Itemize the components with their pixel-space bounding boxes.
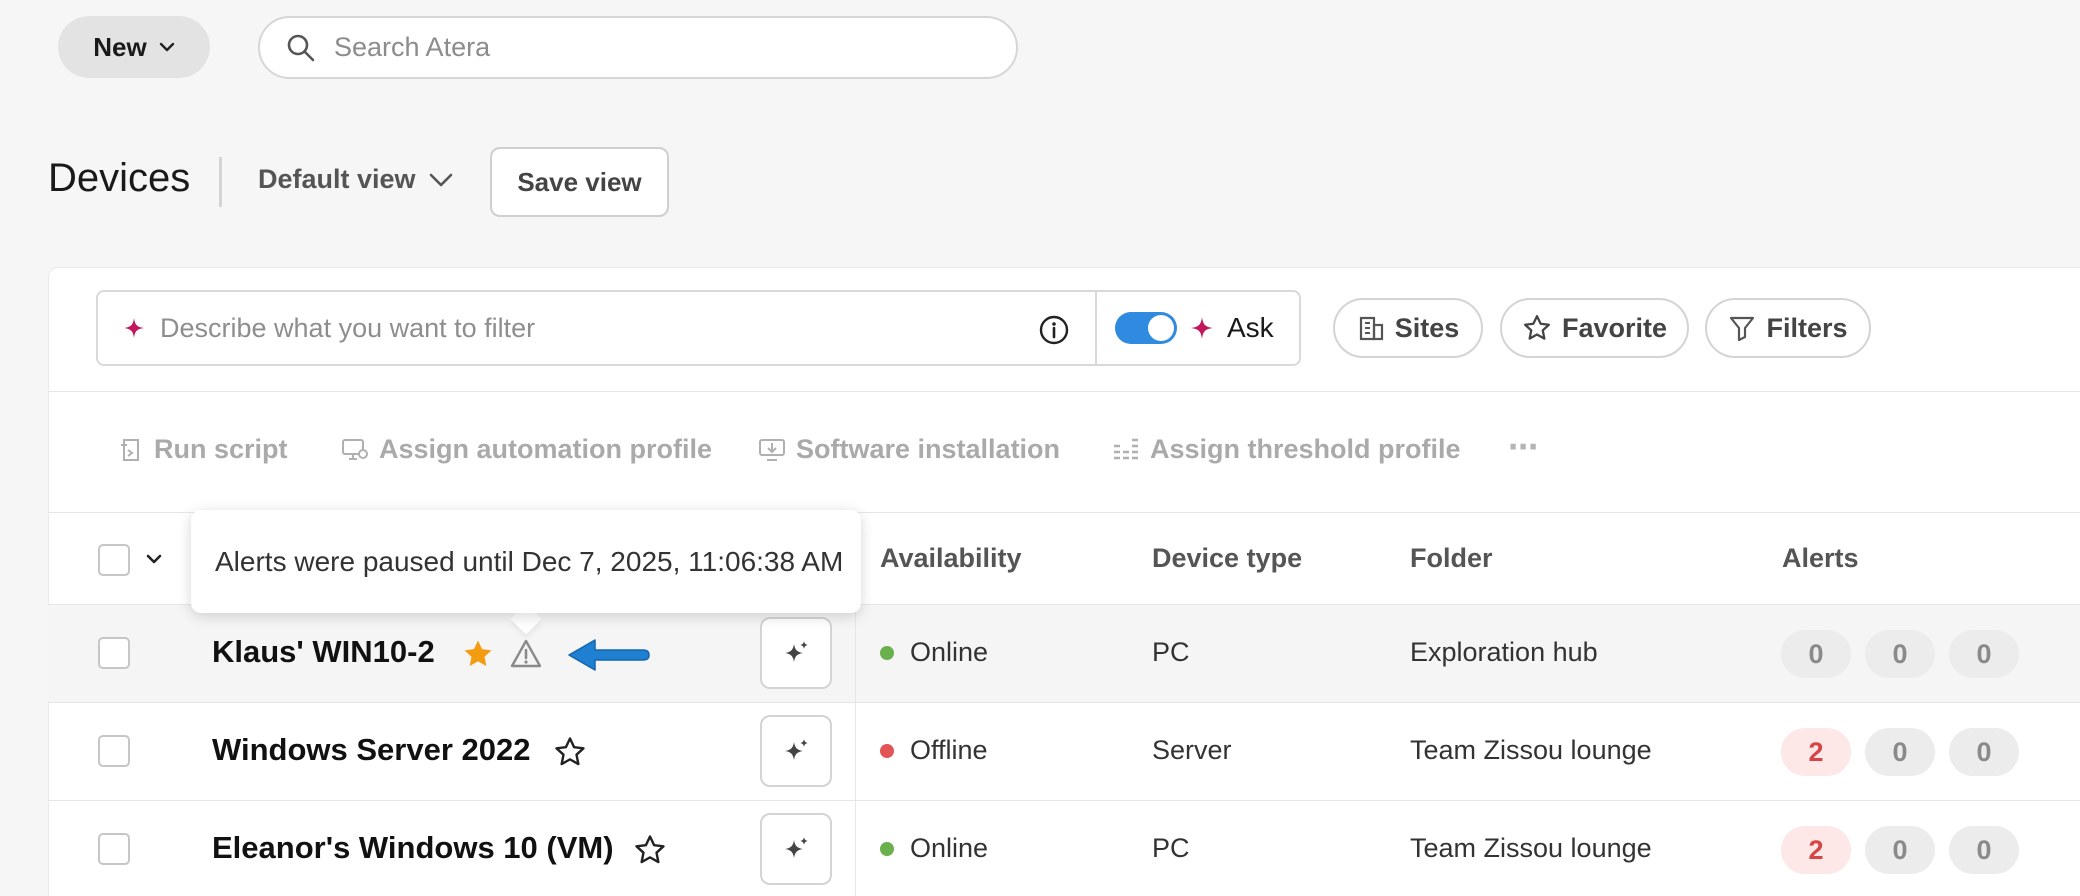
column-header-device-type[interactable]: Device type — [1152, 543, 1302, 574]
sparkle-icon — [122, 316, 146, 340]
offline-dot — [880, 743, 894, 758]
alert-count-info[interactable]: 0 — [1949, 630, 2019, 678]
sparkles-icon — [781, 834, 811, 864]
title-divider — [219, 157, 222, 207]
online-dot — [880, 645, 894, 660]
favorite-chip-label: Favorite — [1561, 312, 1668, 343]
availability-status: Offline — [880, 735, 988, 766]
folder-name[interactable]: Team Zissou lounge — [1410, 833, 1652, 864]
assign-threshold-action[interactable]: Assign threshold profile — [1112, 434, 1461, 465]
building-icon — [1357, 314, 1385, 342]
funnel-icon — [1728, 314, 1756, 342]
sparkle-icon — [1189, 315, 1215, 341]
star-filled-icon[interactable] — [461, 637, 495, 671]
alerts-paused-tooltip: Alerts were paused until Dec 7, 2025, 11… — [191, 510, 861, 613]
device-type: PC — [1152, 637, 1190, 667]
device-name[interactable]: Windows Server 2022 — [212, 732, 530, 768]
search-input[interactable] — [334, 32, 994, 63]
select-all-checkbox[interactable] — [98, 544, 130, 576]
filters-chip-label: Filters — [1766, 312, 1848, 343]
run-script-label: Run script — [154, 434, 288, 464]
warning-icon[interactable] — [509, 638, 543, 670]
assign-threshold-label: Assign threshold profile — [1150, 434, 1461, 464]
info-icon[interactable] — [1038, 314, 1070, 346]
alert-count-critical[interactable]: 2 — [1781, 826, 1851, 874]
chevron-down-icon — [159, 42, 175, 52]
assign-automation-action[interactable]: Assign automation profile — [341, 434, 712, 465]
availability-status: Online — [880, 833, 988, 864]
device-name[interactable]: Klaus' WIN10-2 — [212, 634, 435, 670]
device-type: Server — [1152, 735, 1232, 765]
star-icon — [1522, 313, 1552, 343]
alert-count-warning[interactable]: 0 — [1865, 826, 1935, 874]
ai-assist-button[interactable] — [760, 617, 832, 689]
page-title: Devices — [48, 156, 191, 200]
alert-count-info[interactable]: 0 — [1949, 728, 2019, 776]
availability-status: Online — [880, 637, 988, 668]
assign-automation-label: Assign automation profile — [379, 434, 713, 464]
device-type: PC — [1152, 833, 1190, 863]
filters-chip[interactable]: Filters — [1705, 298, 1871, 358]
threshold-icon — [1112, 438, 1140, 462]
view-selector[interactable]: Default view — [258, 164, 454, 195]
column-header-alerts[interactable]: Alerts — [1782, 543, 1859, 574]
new-button[interactable]: New — [58, 16, 210, 78]
availability-label: Online — [910, 637, 989, 667]
global-search[interactable] — [258, 16, 1018, 79]
device-name[interactable]: Eleanor's Windows 10 (VM) — [212, 830, 614, 866]
script-icon — [118, 437, 144, 463]
download-monitor-icon — [758, 437, 786, 463]
row-checkbox[interactable] — [98, 735, 130, 767]
star-outline-icon[interactable] — [633, 833, 667, 867]
favorite-chip[interactable]: Favorite — [1500, 298, 1689, 358]
star-outline-icon[interactable] — [553, 735, 587, 769]
search-icon — [286, 33, 316, 63]
alert-count-critical[interactable]: 2 — [1781, 728, 1851, 776]
more-actions-button[interactable]: ⋯ — [1508, 430, 1540, 465]
divider — [48, 391, 2080, 392]
alert-count-warning[interactable]: 0 — [1865, 630, 1935, 678]
sites-chip[interactable]: Sites — [1333, 298, 1483, 358]
sparkles-icon — [781, 638, 811, 668]
row-checkbox[interactable] — [98, 637, 130, 669]
row-checkbox[interactable] — [98, 833, 130, 865]
new-button-label: New — [93, 31, 147, 62]
folder-name[interactable]: Exploration hub — [1410, 637, 1598, 668]
chevron-down-icon — [428, 172, 454, 188]
ai-filter-box[interactable] — [96, 290, 1096, 366]
alert-count-critical[interactable]: 0 — [1781, 630, 1851, 678]
column-divider — [855, 604, 856, 896]
software-installation-action[interactable]: Software installation — [758, 434, 1060, 465]
ai-assist-button[interactable] — [760, 715, 832, 787]
sites-chip-label: Sites — [1394, 312, 1460, 343]
online-dot — [880, 841, 894, 856]
availability-label: Offline — [910, 735, 988, 765]
monitor-gear-icon — [341, 437, 369, 463]
alert-count-warning[interactable]: 0 — [1865, 728, 1935, 776]
availability-label: Online — [910, 833, 989, 863]
alert-count-info[interactable]: 0 — [1949, 826, 2019, 874]
ask-button[interactable]: Ask — [1227, 312, 1274, 344]
tooltip-text: Alerts were paused until Dec 7, 2025, 11… — [215, 545, 844, 577]
column-header-availability[interactable]: Availability — [880, 543, 1022, 574]
software-installation-label: Software installation — [796, 434, 1061, 464]
ai-filter-input[interactable] — [160, 312, 1010, 344]
ai-filter-toggle[interactable] — [1115, 312, 1177, 344]
view-selector-label: Default view — [258, 164, 416, 194]
ai-assist-button[interactable] — [760, 813, 832, 885]
sparkles-icon — [781, 736, 811, 766]
chevron-down-icon[interactable] — [143, 548, 165, 570]
column-header-folder[interactable]: Folder — [1410, 543, 1493, 574]
folder-name[interactable]: Team Zissou lounge — [1410, 735, 1652, 766]
run-script-action[interactable]: Run script — [118, 434, 288, 465]
arrow-left-icon — [565, 634, 651, 676]
ask-box: Ask — [1095, 290, 1301, 366]
save-view-button[interactable]: Save view — [490, 147, 669, 217]
